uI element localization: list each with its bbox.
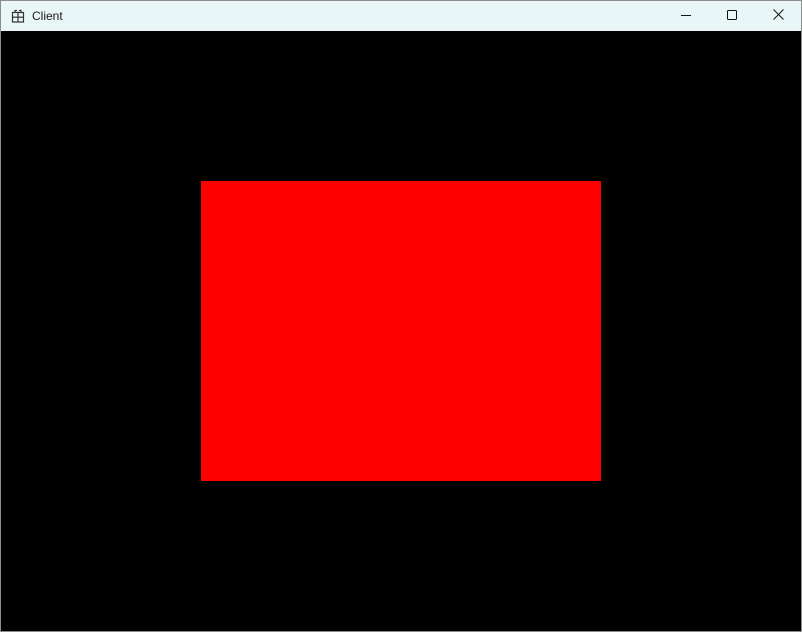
caption-buttons xyxy=(663,1,801,31)
red-rectangle xyxy=(201,181,601,481)
maximize-icon xyxy=(727,7,737,25)
window-title: Client xyxy=(32,9,63,23)
client-window: Client xyxy=(0,0,802,632)
close-button[interactable] xyxy=(755,1,801,31)
close-icon xyxy=(772,7,784,25)
render-canvas[interactable] xyxy=(1,31,801,631)
app-grid-icon xyxy=(10,8,26,24)
title-bar[interactable]: Client xyxy=(1,1,801,31)
minimize-icon xyxy=(681,7,691,25)
maximize-button[interactable] xyxy=(709,1,755,31)
minimize-button[interactable] xyxy=(663,1,709,31)
